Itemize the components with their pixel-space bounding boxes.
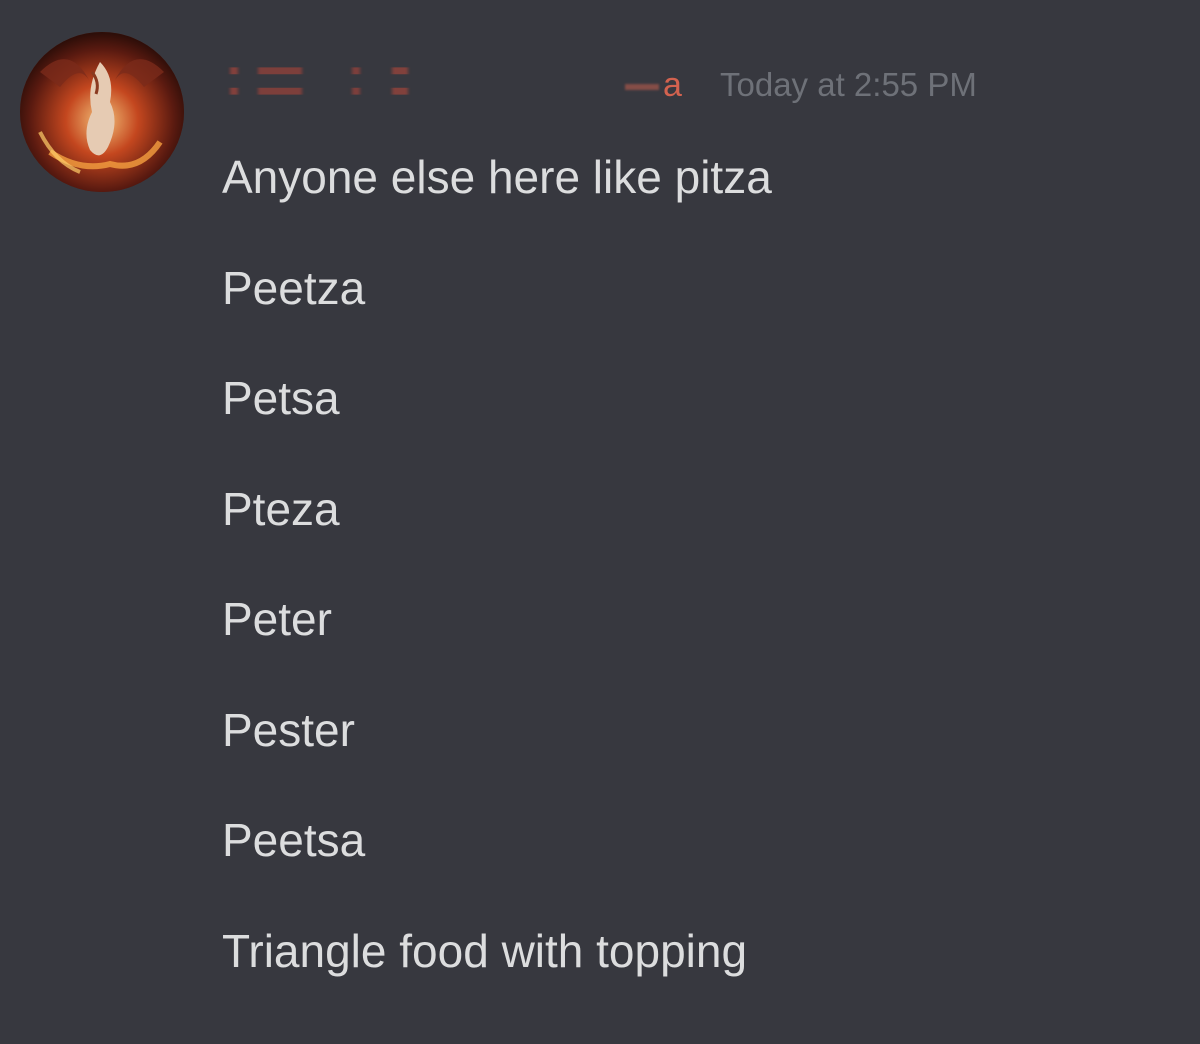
username-redacted[interactable] [222, 56, 422, 106]
message-text[interactable]: Triangle food with topping [222, 920, 1172, 1031]
message-text[interactable]: Anyone else here like pitza [222, 146, 1172, 257]
message-text[interactable]: Pester [222, 699, 1172, 810]
message-header: a Today at 2:55 PM [222, 52, 1122, 108]
message-text[interactable]: Peetza [222, 257, 1172, 368]
username-smudge [625, 84, 659, 91]
message-text[interactable]: Petsa [222, 367, 1172, 478]
message-text[interactable]: Peetsa [222, 809, 1172, 920]
message-list: Anyone else here like pitza Peetza Petsa… [222, 146, 1172, 1030]
message-text[interactable]: Peter [222, 588, 1172, 699]
message-timestamp[interactable]: Today at 2:55 PM [720, 66, 977, 104]
user-avatar[interactable] [20, 32, 184, 192]
dragon-avatar-icon [20, 32, 184, 192]
message-text[interactable]: Pteza [222, 478, 1172, 589]
chat-message-group: a Today at 2:55 PM Anyone else here like… [0, 0, 1200, 1044]
username-visible-fragment[interactable]: a [625, 66, 682, 105]
username-scribble [222, 67, 412, 95]
